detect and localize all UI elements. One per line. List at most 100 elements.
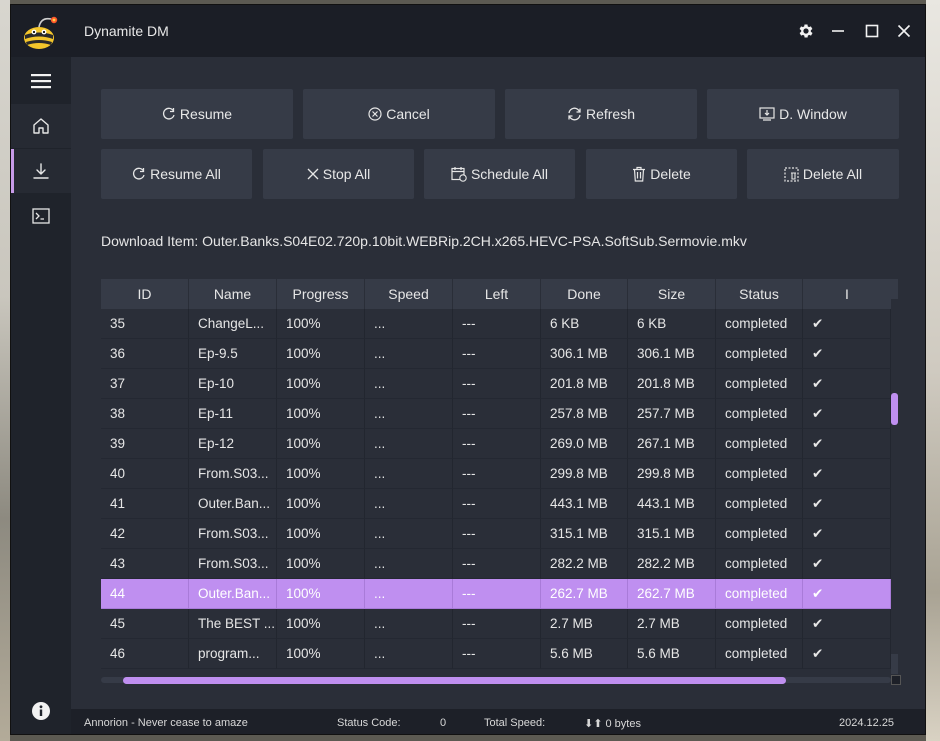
cell-done: 6 KB	[541, 309, 628, 339]
vertical-scroll-thumb[interactable]	[891, 393, 898, 425]
cell-left: ---	[453, 579, 541, 609]
cancel-circle-icon	[368, 107, 382, 121]
table-body[interactable]: 35 ChangeL... 100%... --- 6 KB 6 KB completed ✔…	[101, 309, 891, 669]
delete-all-button[interactable]: Delete All	[747, 149, 899, 199]
column-header-size[interactable]: Size	[628, 279, 715, 309]
cell-size: 2.7 MB	[628, 609, 716, 639]
table-row[interactable]: 36 Ep-9.5 100%... --- 306.1 MB 306.1 MB comple…	[101, 339, 891, 369]
cell-progress: 100%	[277, 489, 365, 519]
cell-status: completed	[716, 369, 803, 399]
title-bar[interactable]: Dynamite DM	[11, 5, 925, 57]
hamburger-menu-icon	[31, 74, 51, 89]
column-header-speed[interactable]: Speed	[365, 279, 452, 309]
cell-speed: ...	[365, 549, 453, 579]
table-row[interactable]: 43 From.S03... 100%... --- 282.2 MB 282.2 MB c…	[101, 549, 891, 579]
cell-status: completed	[716, 609, 803, 639]
home-icon	[33, 118, 49, 134]
column-header-done[interactable]: Done	[541, 279, 627, 309]
column-header-progress[interactable]: Progress	[277, 279, 364, 309]
table-row[interactable]: 39 Ep-12 100%... --- 269.0 MB 267.1 MB complet…	[101, 429, 891, 459]
cell-done: 5.6 MB	[541, 639, 628, 669]
cell-id: 42	[101, 519, 189, 549]
cell-name: program...	[189, 639, 277, 669]
cell-left: ---	[453, 339, 541, 369]
minimize-button[interactable]	[826, 19, 850, 43]
cell-left: ---	[453, 459, 541, 489]
cell-done: 2.7 MB	[541, 609, 628, 639]
column-header-integrity[interactable]: I	[803, 279, 891, 309]
cell-status: completed	[716, 639, 803, 669]
scroll-up-area[interactable]	[891, 279, 898, 299]
table-row[interactable]: 38 Ep-11 100%... --- 257.8 MB 257.7 MB complet…	[101, 399, 891, 429]
download-window-label: D. Window	[779, 106, 847, 122]
column-header-status[interactable]: Status	[716, 279, 802, 309]
cell-name: Ep-12	[189, 429, 277, 459]
cell-left: ---	[453, 309, 541, 339]
close-icon	[897, 24, 911, 38]
table-row[interactable]: 40 From.S03... 100%... --- 299.8 MB 299.8 MB c…	[101, 459, 891, 489]
sidebar-item-info[interactable]	[11, 689, 71, 733]
horizontal-scrollbar[interactable]	[101, 674, 901, 685]
cell-size: 257.7 MB	[628, 399, 716, 429]
cell-status: completed	[716, 489, 803, 519]
delete-button[interactable]: Delete	[586, 149, 737, 199]
sidebar-item-home[interactable]	[11, 104, 71, 148]
cell-done: 269.0 MB	[541, 429, 628, 459]
cell-name: The BEST ...	[189, 609, 277, 639]
cell-id: 38	[101, 399, 189, 429]
cell-id: 37	[101, 369, 189, 399]
window-download-icon	[759, 107, 775, 121]
stop-all-button[interactable]: Stop All	[263, 149, 414, 199]
cell-progress: 100%	[277, 639, 365, 669]
cell-speed: ...	[365, 459, 453, 489]
cell-integrity: ✔	[803, 399, 891, 429]
cancel-button[interactable]: Cancel	[303, 89, 495, 139]
table-row[interactable]: 44 Outer.Ban... 100%... --- 262.7 MB 262.7 MB…	[101, 579, 891, 609]
table-row[interactable]: 46 program... 100%... --- 5.6 MB 5.6 MB comple…	[101, 639, 891, 669]
desktop-background-left	[0, 0, 10, 741]
column-header-id[interactable]: ID	[101, 279, 188, 309]
cell-progress: 100%	[277, 579, 365, 609]
settings-button[interactable]	[794, 19, 818, 43]
cell-left: ---	[453, 549, 541, 579]
info-icon	[32, 702, 50, 720]
maximize-button[interactable]	[860, 19, 884, 43]
cell-status: completed	[716, 459, 803, 489]
table-row[interactable]: 42 From.S03... 100%... --- 315.1 MB 315.1 MB c…	[101, 519, 891, 549]
cell-speed: ...	[365, 489, 453, 519]
download-window-button[interactable]: D. Window	[707, 89, 899, 139]
cell-left: ---	[453, 639, 541, 669]
table-row[interactable]: 37 Ep-10 100%... --- 201.8 MB 201.8 MB complet…	[101, 369, 891, 399]
refresh-label: Refresh	[585, 106, 636, 122]
cell-left: ---	[453, 489, 541, 519]
column-header-name[interactable]: Name	[189, 279, 276, 309]
horizontal-scroll-thumb[interactable]	[123, 677, 786, 684]
sidebar	[11, 57, 71, 734]
sidebar-menu-button[interactable]	[11, 59, 71, 103]
cell-progress: 100%	[277, 339, 365, 369]
window-title: Dynamite DM	[84, 23, 169, 39]
vertical-scrollbar[interactable]	[891, 279, 899, 674]
close-button[interactable]	[892, 19, 916, 43]
cell-left: ---	[453, 369, 541, 399]
refresh-button[interactable]: Refresh	[505, 89, 697, 139]
table-row[interactable]: 41 Outer.Ban... 100%... --- 443.1 MB 443.1 MB…	[101, 489, 891, 519]
cell-speed: ...	[365, 639, 453, 669]
cell-size: 262.7 MB	[628, 579, 716, 609]
sidebar-item-downloads[interactable]	[11, 149, 71, 193]
cell-id: 45	[101, 609, 189, 639]
resume-all-button[interactable]: Resume All	[101, 149, 252, 199]
column-header-left[interactable]: Left	[453, 279, 540, 309]
schedule-all-button[interactable]: Schedule All	[424, 149, 575, 199]
table-row[interactable]: 35 ChangeL... 100%... --- 6 KB 6 KB completed ✔	[101, 309, 891, 339]
stop-x-icon	[307, 168, 319, 180]
cell-left: ---	[453, 609, 541, 639]
cell-name: ChangeL...	[189, 309, 277, 339]
cell-done: 306.1 MB	[541, 339, 628, 369]
cell-done: 443.1 MB	[541, 489, 628, 519]
table-row[interactable]: 45 The BEST ... 100%... --- 2.7 MB 2.7 MB comp…	[101, 609, 891, 639]
resume-button[interactable]: Resume	[101, 89, 293, 139]
status-code-label: Status Code:	[337, 717, 401, 729]
sidebar-item-terminal[interactable]	[11, 194, 71, 238]
scroll-down-area[interactable]	[891, 654, 898, 674]
